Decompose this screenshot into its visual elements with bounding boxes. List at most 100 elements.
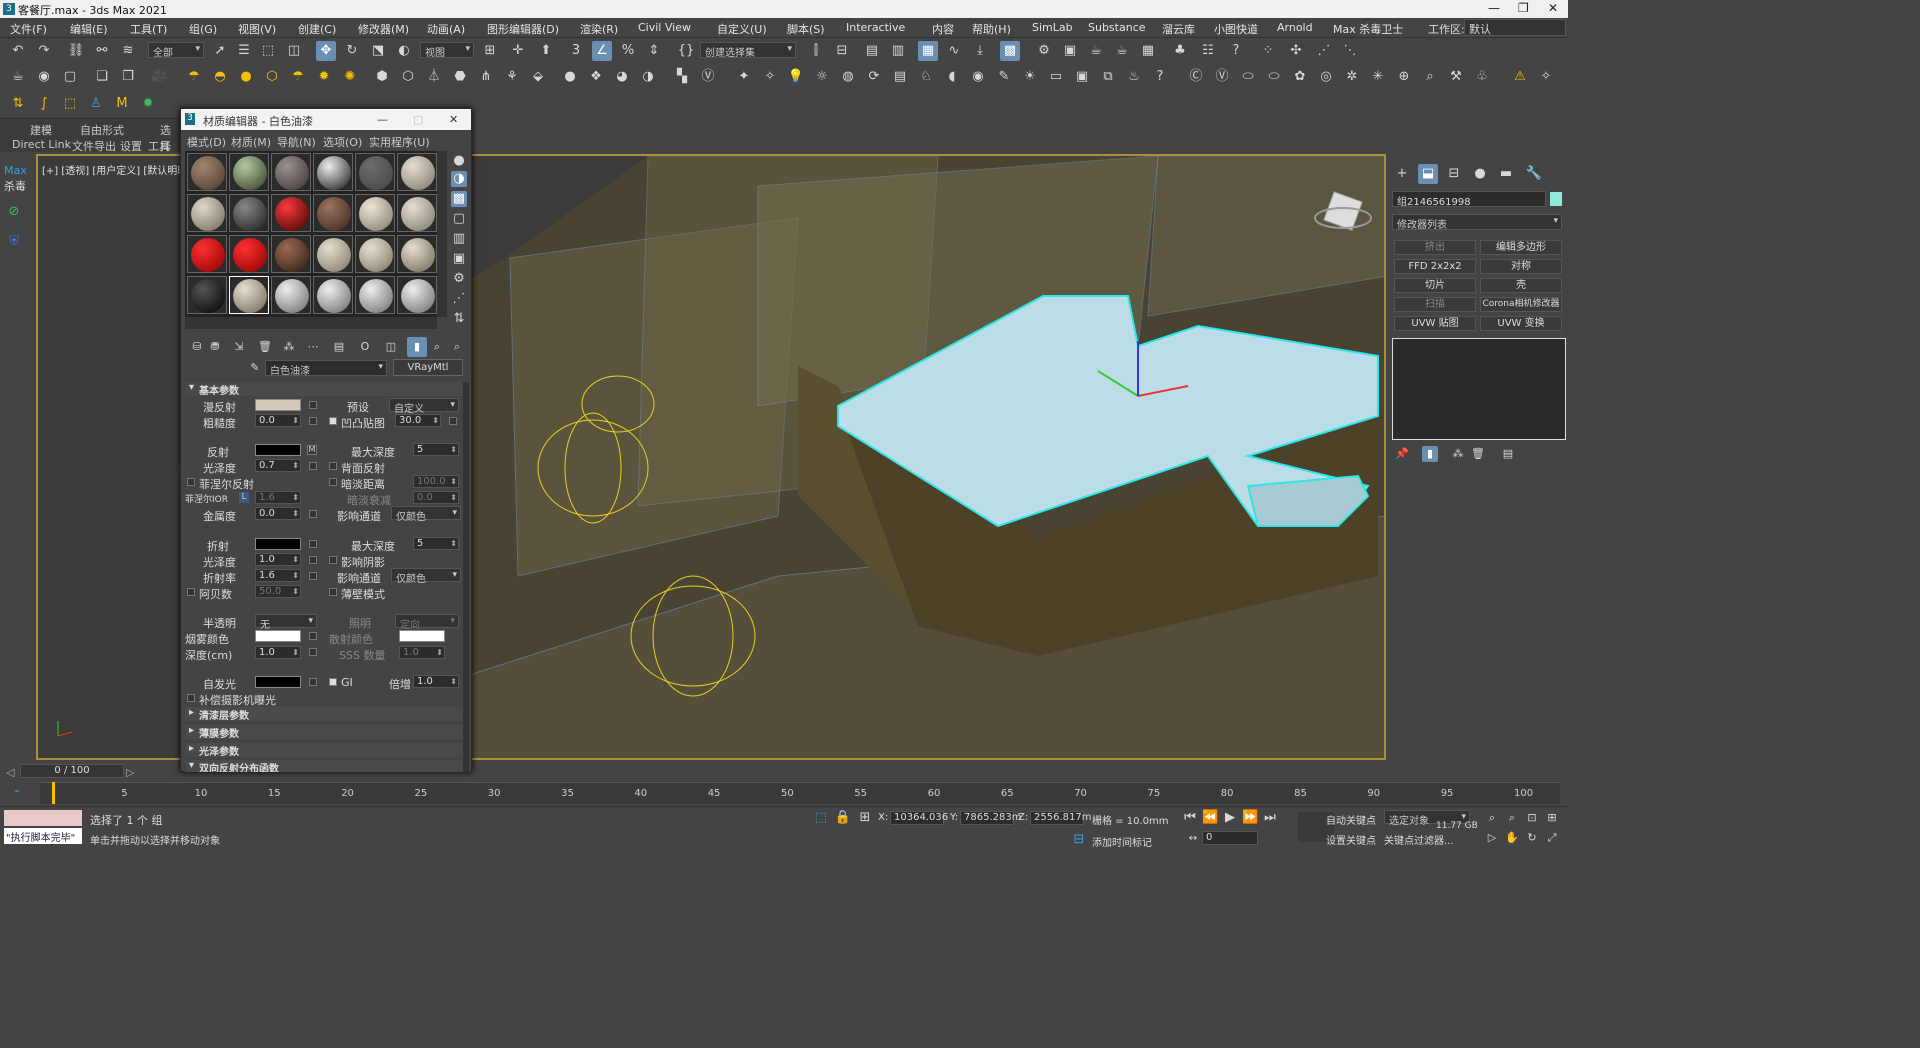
create-tab-icon[interactable]: + [1392,164,1412,184]
select-manipulate-icon[interactable]: ✛ [508,41,528,61]
max-depth-spinner[interactable]: 5 [413,443,459,456]
fog-color-swatch[interactable] [255,630,301,642]
list-icon[interactable]: ▤ [890,67,910,87]
maximize-icon[interactable]: ❐ [1518,1,1529,15]
frame-buffer-icon[interactable]: ▚ [672,67,692,87]
modify-tab-icon[interactable]: ⬓ [1418,164,1438,184]
select-and-scale-icon[interactable]: ⬔ [368,41,388,61]
search-icon[interactable]: ⌕ [1420,67,1440,87]
link-icon[interactable]: ⛓ [66,41,86,61]
dll-icon[interactable]: ⬭ [1264,67,1284,87]
question-icon[interactable]: ? [1150,67,1170,87]
menu-group[interactable]: 组(G) [189,21,217,37]
plugin-tree-icon[interactable]: ♣ [1170,41,1190,61]
put-material-icon[interactable]: ⛃ [205,337,225,357]
make-unique-icon[interactable]: ⋯ [303,337,323,357]
display-tab-icon[interactable]: ▬ [1496,164,1516,184]
menu-customize[interactable]: 自定义(U) [717,21,767,37]
me-menu-material[interactable]: 材质(M) [231,134,271,150]
rect-selection-icon[interactable]: ⬚ [258,41,278,61]
modifier-uvw-map-button[interactable]: UVW 贴图 [1394,316,1476,331]
menu-max-antivirus[interactable]: Max 杀毒卫士 [1333,21,1403,37]
fog-map-button[interactable] [309,632,317,640]
render-production-icon[interactable]: ☕ [1086,41,1106,61]
depth-spinner[interactable]: 1.0 [255,646,301,659]
material-type-button[interactable]: VRayMtl [393,359,463,376]
sample-slot[interactable] [229,194,269,232]
sample-slot[interactable] [355,276,395,314]
menu-content[interactable]: 内容 [932,21,954,37]
ior-spinner[interactable]: 1.6 [255,569,301,582]
modifier-sweep-button[interactable]: 扫描 [1394,297,1476,312]
configure-sets-icon[interactable]: ▤ [1500,446,1516,462]
metalness-map-button[interactable] [309,510,317,518]
puzzle-icon[interactable]: ✧ [1536,67,1556,87]
dim-falloff-spinner[interactable]: 0.0 [413,491,459,504]
orbit-icon[interactable]: ↻ [1524,830,1540,846]
globe-icon[interactable]: ⊕ [1394,67,1414,87]
map-icon[interactable]: ◎ [1316,67,1336,87]
refract-gloss-map-button[interactable] [309,556,317,564]
snap-grid-icon[interactable]: ⁘ [1258,41,1278,61]
make-unique-stack-icon[interactable]: ⁂ [1450,446,1466,462]
z-coordinate-field[interactable]: 2556.817m [1030,811,1091,825]
play-icon[interactable]: ▶ [1222,809,1238,827]
named-selection-dropdown[interactable]: 创建选择集 [700,42,796,59]
edit-named-sel-icon[interactable]: {} [676,41,696,61]
sort-icon[interactable]: ⇅ [8,94,28,114]
time-slider[interactable]: 0 / 100 [20,764,124,778]
menu-substance[interactable]: Substance [1088,21,1146,34]
material-sphere-icon[interactable]: ● [560,67,580,87]
select-and-rotate-icon[interactable]: ↻ [342,41,362,61]
zoom-icon[interactable]: ⌕ [1484,810,1500,826]
sun-icon[interactable]: ☼ [812,67,832,87]
background-icon[interactable]: ▩ [451,191,467,207]
sample-slot[interactable] [397,235,437,273]
assign-material-icon[interactable]: ⇲ [229,337,249,357]
self-illum-map-button[interactable] [309,678,317,686]
refract-color-swatch[interactable] [255,538,301,550]
me-minimize-icon[interactable]: — [377,113,388,126]
material-id-icon[interactable]: O [355,337,375,357]
sphere-primitive-icon[interactable]: ⬣ [450,67,470,87]
snap-settings-icon[interactable]: ✣ [1286,41,1306,61]
selection-filter-dropdown[interactable]: 全部 [148,42,204,59]
script-icon[interactable]: ∫ [34,94,54,114]
dim-distance-spinner[interactable]: 100.0 [413,475,459,488]
uv-tiling-icon[interactable]: ▢ [451,211,467,227]
sample-slot-active[interactable] [229,276,269,314]
mirror-icon[interactable]: ⫿ [806,41,826,61]
settings-gear-icon[interactable]: ✹ [138,94,158,114]
gloss-spinner[interactable]: 0.7 [255,459,301,472]
scene-explorer-icon[interactable]: ▤ [862,41,882,61]
sun-light-icon[interactable]: ✹ [314,67,334,87]
decal-icon[interactable]: ⬙ [528,67,548,87]
screenshot-icon[interactable]: ⧉ [1098,67,1118,87]
sample-slot[interactable] [313,235,353,273]
maximize-viewport-icon[interactable]: ⤢ [1544,830,1560,846]
help-icon[interactable]: ? [1226,41,1246,61]
ribbon-file-export[interactable]: 文件导出 [72,138,116,154]
material-convert-icon[interactable]: ◑ [638,67,658,87]
reference-coord-dropdown[interactable]: 视图 [420,42,474,59]
ribbon-tools[interactable]: 工具 [148,138,170,154]
prev-frame-icon[interactable]: ⏪ [1202,809,1218,827]
ribbon-toggle-icon[interactable]: ▦ [918,41,938,61]
time-config-icon[interactable]: ↔ [1186,831,1200,847]
bind-spacewarp-icon[interactable]: ≋ [118,41,138,61]
material-browser-icon[interactable]: ◕ [612,67,632,87]
menu-scripting[interactable]: 脚本(S) [787,21,825,37]
pin-stack-icon[interactable]: 📌 [1394,446,1410,462]
lamp-icon[interactable]: ♘ [916,67,936,87]
depth-map-button[interactable] [309,648,317,656]
multiplier-spinner[interactable]: 1.0 [413,675,459,688]
fresnel-ior-lock-icon[interactable]: L [239,492,249,503]
sample-slot[interactable] [229,235,269,273]
frame-select-icon[interactable]: ⬚ [60,94,80,114]
camera-icon[interactable]: 🎥 [150,67,170,87]
next-frame-icon[interactable]: ⏩ [1242,809,1258,827]
mesh-light-icon[interactable]: ⬡ [262,67,282,87]
sample-slot[interactable] [397,194,437,232]
shield-blue-icon[interactable]: ⛨ [4,232,24,252]
me-maximize-icon[interactable]: ▢ [413,113,423,126]
